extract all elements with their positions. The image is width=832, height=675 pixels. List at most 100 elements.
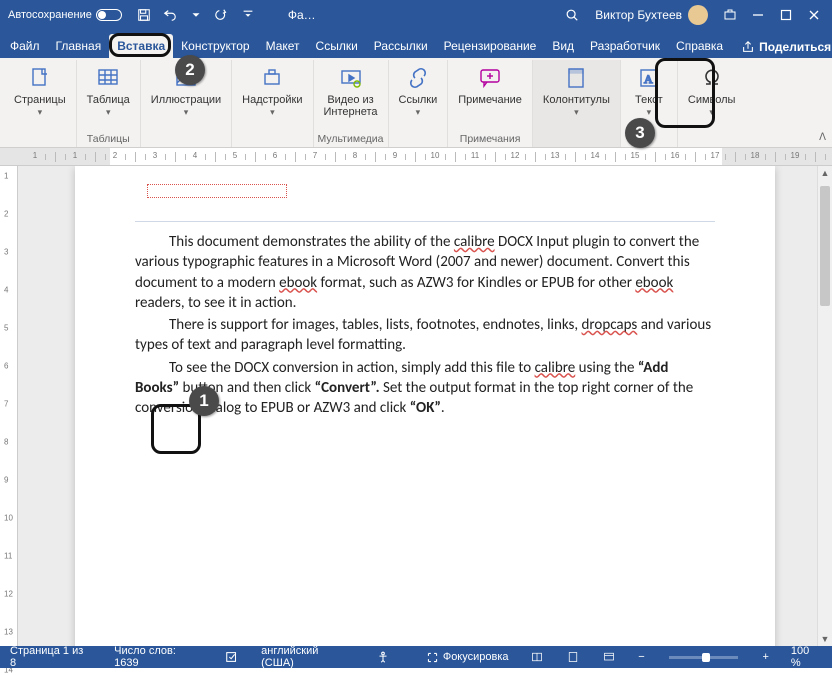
share-label: Поделиться bbox=[759, 40, 831, 54]
qat-customize-icon[interactable] bbox=[236, 3, 260, 27]
addins-button[interactable]: Надстройки ▾ bbox=[236, 60, 308, 116]
search-icon[interactable] bbox=[557, 0, 587, 30]
status-word-count[interactable]: Число слов: 1639 bbox=[110, 645, 207, 669]
text: using the bbox=[575, 359, 638, 377]
headerfooter-icon bbox=[562, 64, 590, 92]
table-button[interactable]: Таблица ▾ bbox=[81, 60, 136, 116]
group-label-tables: Таблицы bbox=[81, 133, 136, 147]
header-placeholder bbox=[147, 184, 287, 198]
autosave-label: Автосохранение bbox=[8, 9, 92, 21]
group-pages: Страницы ▾ bbox=[4, 60, 77, 147]
autosave-toggle-icon[interactable] bbox=[96, 9, 122, 21]
share-icon bbox=[741, 40, 755, 54]
group-links: Ссылки ▾ bbox=[389, 60, 449, 147]
quick-access-toolbar bbox=[132, 3, 260, 27]
vertical-scrollbar[interactable]: ▲ ▼ bbox=[817, 166, 832, 646]
callout-box-symbols bbox=[655, 58, 715, 128]
view-web-icon[interactable] bbox=[598, 646, 620, 668]
status-bar: Страница 1 из 8 Число слов: 1639 английс… bbox=[0, 646, 832, 668]
callout-badge-1: 1 bbox=[189, 386, 219, 416]
horizontal-ruler[interactable]: 112345678910111213141516171819 bbox=[0, 148, 832, 166]
illustrations-label: Иллюстрации bbox=[151, 94, 221, 106]
redo-icon[interactable] bbox=[210, 3, 234, 27]
pages-button[interactable]: Страницы ▾ bbox=[8, 60, 72, 116]
header-separator bbox=[135, 204, 715, 222]
view-read-icon[interactable] bbox=[527, 646, 549, 668]
status-page[interactable]: Страница 1 из 8 bbox=[6, 645, 96, 669]
undo-more-icon[interactable] bbox=[184, 3, 208, 27]
maximize-icon[interactable] bbox=[772, 0, 800, 30]
document-body[interactable]: This document demonstrates the ability o… bbox=[135, 232, 715, 418]
headerfooter-button[interactable]: Колонтитулы ▾ bbox=[537, 60, 616, 116]
group-headerfooter: Колонтитулы ▾ bbox=[533, 60, 621, 147]
pages-icon bbox=[26, 64, 54, 92]
table-label: Таблица bbox=[87, 94, 130, 106]
tab-review[interactable]: Рецензирование bbox=[436, 34, 545, 58]
chevron-down-icon: ▾ bbox=[574, 108, 579, 116]
group-media: Видео из Интернета Мультимедиа bbox=[314, 60, 389, 147]
comment-label: Примечание bbox=[458, 94, 522, 106]
status-language[interactable]: английский (США) bbox=[257, 645, 358, 669]
scroll-up-icon[interactable]: ▲ bbox=[818, 166, 832, 180]
zoom-thumb[interactable] bbox=[702, 653, 710, 662]
links-button[interactable]: Ссылки ▾ bbox=[393, 60, 444, 116]
ribbon-options-icon[interactable] bbox=[716, 0, 744, 30]
scroll-thumb[interactable] bbox=[820, 186, 830, 306]
status-spellcheck-icon[interactable] bbox=[221, 650, 243, 664]
text: . bbox=[441, 399, 445, 417]
group-tables: Таблица ▾ Таблицы bbox=[77, 60, 141, 147]
scroll-down-icon[interactable]: ▼ bbox=[818, 632, 832, 646]
headerfooter-label: Колонтитулы bbox=[543, 94, 610, 106]
tab-file[interactable]: Файл bbox=[2, 34, 48, 58]
zoom-in-button[interactable]: + bbox=[758, 651, 772, 663]
text-bold: “Convert”. bbox=[315, 379, 380, 397]
chevron-down-icon: ▾ bbox=[106, 108, 111, 116]
status-focus[interactable]: Фокусировка bbox=[422, 651, 513, 664]
text: format, such as AZW3 for Kindles or EPUB… bbox=[317, 274, 635, 292]
tab-layout[interactable]: Макет bbox=[258, 34, 308, 58]
callout-badge-3: 3 bbox=[625, 118, 655, 148]
addins-icon bbox=[258, 64, 286, 92]
group-label-comments: Примечания bbox=[452, 133, 528, 147]
zoom-slider[interactable] bbox=[669, 656, 739, 659]
text: This document demonstrates the ability o… bbox=[169, 233, 454, 251]
tab-help[interactable]: Справка bbox=[668, 34, 731, 58]
undo-icon[interactable] bbox=[158, 3, 182, 27]
user-name: Виктор Бухтеев bbox=[595, 8, 682, 22]
view-print-icon[interactable] bbox=[562, 646, 584, 668]
tab-view[interactable]: Вид bbox=[544, 34, 582, 58]
tab-mailings[interactable]: Рассылки bbox=[366, 34, 436, 58]
comment-button[interactable]: Примечание bbox=[452, 60, 528, 106]
online-video-button[interactable]: Видео из Интернета bbox=[318, 60, 384, 118]
user-account[interactable]: Виктор Бухтеев bbox=[587, 0, 716, 30]
callout-badge-2: 2 bbox=[175, 55, 205, 85]
text: To see the DOCX conversion in action, si… bbox=[169, 359, 535, 377]
document-title: Фа… bbox=[280, 8, 324, 22]
text-wavy: calibre bbox=[535, 359, 576, 377]
group-label-media: Мультимедиа bbox=[318, 133, 384, 147]
vertical-ruler[interactable]: 1234567891011121314 bbox=[0, 166, 18, 646]
minimize-icon[interactable] bbox=[744, 0, 772, 30]
page-scroll[interactable]: This document demonstrates the ability o… bbox=[18, 166, 832, 646]
tab-references[interactable]: Ссылки bbox=[308, 34, 366, 58]
zoom-out-button[interactable]: − bbox=[634, 651, 648, 663]
text-wavy: dropcaps bbox=[582, 316, 638, 334]
chevron-down-icon: ▾ bbox=[38, 108, 43, 116]
save-icon[interactable] bbox=[132, 3, 156, 27]
tab-home[interactable]: Главная bbox=[48, 34, 110, 58]
tab-developer[interactable]: Разработчик bbox=[582, 34, 668, 58]
status-accessibility-icon[interactable] bbox=[372, 650, 394, 664]
text: There is support for images, tables, lis… bbox=[169, 316, 582, 334]
share-button[interactable]: Поделиться bbox=[731, 36, 832, 58]
group-comments: Примечание Примечания bbox=[448, 60, 533, 147]
zoom-level[interactable]: 100 % bbox=[787, 645, 826, 669]
text-wavy: calibre bbox=[454, 233, 495, 251]
close-icon[interactable] bbox=[800, 0, 828, 30]
pages-label: Страницы bbox=[14, 94, 66, 106]
group-addins: Надстройки ▾ bbox=[232, 60, 313, 147]
links-label: Ссылки bbox=[399, 94, 438, 106]
collapse-ribbon-icon[interactable]: ᐱ bbox=[819, 132, 826, 143]
autosave-toggle-group[interactable]: Автосохранение bbox=[4, 9, 126, 21]
chevron-down-icon: ▾ bbox=[270, 108, 275, 116]
video-label: Видео из Интернета bbox=[324, 94, 378, 118]
